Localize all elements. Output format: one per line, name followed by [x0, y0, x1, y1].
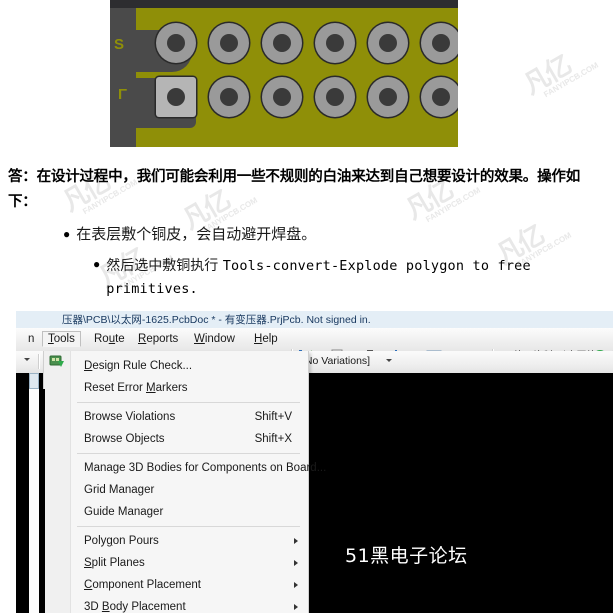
tools-dropdown-menu[interactable]: Design Rule Check... Reset Error Markers… — [43, 351, 326, 613]
pcb-silkscreen-bottom: Γ — [118, 86, 128, 103]
variations-dropdown-caret[interactable] — [386, 359, 392, 362]
pcb-silkscreen-top: S — [114, 36, 125, 53]
pcb-top-edge — [110, 0, 458, 8]
menu-item-manage-3d-bodies[interactable]: Manage 3D Bodies for Components on Board… — [44, 457, 326, 479]
menu-tools-mnemonic: T — [48, 333, 54, 345]
submenu-arrow-icon — [294, 582, 298, 588]
menu-item-split-planes[interactable]: Split Planes — [44, 552, 308, 574]
menu-item-design-rule-check[interactable]: Design Rule Check... — [44, 355, 308, 377]
menu-window-mnemonic: W — [194, 333, 205, 345]
canvas-edge-shadow — [39, 389, 45, 613]
submenu-arrow-icon — [294, 560, 298, 566]
watermark: 凡亿 FANYIPCB.COM — [518, 39, 600, 105]
bullet-glyph: ● — [63, 227, 71, 241]
menu-item-reports[interactable]: Reports — [132, 331, 184, 347]
submenu-arrow-icon — [294, 604, 298, 610]
menu-help-mnemonic: H — [254, 333, 263, 345]
menu-route-mnemonic: u — [108, 333, 116, 345]
bullet-1-text: 在表层敷个铜皮，会自动避开焊盘。 — [76, 225, 317, 243]
menu-item-guide-manager[interactable]: Guide Manager — [44, 501, 308, 523]
bullet-2-command-line2: primitives. — [106, 281, 198, 297]
menu-separator — [77, 402, 300, 403]
watermark-small-text: FANYIPCB.COM — [542, 60, 600, 100]
pcb-pad — [209, 77, 249, 117]
menu-item-3d-body-placement[interactable]: 3D Body Placement — [44, 596, 308, 613]
mnemonic: S — [84, 557, 92, 569]
pcb-board-image: S Γ — [110, 0, 458, 147]
mnemonic: M — [146, 382, 156, 394]
pcb-pad — [262, 77, 302, 117]
pcb-pad — [156, 23, 196, 63]
mnemonic: g — [106, 535, 113, 547]
menu-item-truncated[interactable]: n — [22, 331, 40, 347]
menu-item-polygon-pours[interactable]: Polygon Pours — [44, 530, 308, 552]
bullet-2-content: 然后选中敷铜执行 Tools-convert-Explode polygon t… — [106, 253, 531, 298]
bullet-glyph: ● — [93, 257, 101, 271]
menu-item-help[interactable]: Help — [248, 331, 284, 347]
forum-watermark-text: 51黑电子论坛 — [345, 545, 468, 567]
pcb-pad — [368, 77, 408, 117]
menu-separator — [77, 526, 300, 527]
pcb-pad-pin1 — [156, 77, 196, 117]
altium-designer-window: 压器\PCB\以太网-1625.PcbDoc * - 有变压器.PrjPcb. … — [16, 311, 613, 613]
toolbar2-separator — [38, 354, 40, 369]
mnemonic: C — [84, 579, 93, 591]
menu-item-route[interactable]: Route — [88, 331, 131, 347]
pcb-pad — [209, 23, 249, 63]
menu-item-window[interactable]: Window — [188, 331, 241, 347]
bullet-2-command: Tools-convert-Explode polygon to free — [222, 258, 531, 274]
document-text-body: 答：在设计过程中，我们可能会利用一些不规则的白油来达到自己想要设计的效果。操作如… — [0, 155, 613, 298]
answer-paragraph: 答：在设计过程中，我们可能会利用一些不规则的白油来达到自己想要设计的效果。操作如… — [8, 169, 580, 210]
variations-combo[interactable]: [No Variations] — [302, 355, 370, 367]
mnemonic: D — [84, 360, 93, 372]
bullet-item-2: ● 然后选中敷铜执行 Tools-convert-Explode polygon… — [0, 245, 613, 298]
left-panel-tab[interactable] — [29, 373, 39, 389]
pcb-pad — [368, 23, 408, 63]
pcb-pad — [315, 23, 355, 63]
pcb-pad — [315, 77, 355, 117]
design-rule-check-icon — [49, 355, 64, 367]
menu-item-tools[interactable]: Tools — [42, 331, 81, 347]
shortcut-label: Shift+V — [254, 411, 292, 423]
pcb-pad — [421, 77, 458, 117]
window-titlebar: 压器\PCB\以太网-1625.PcbDoc * - 有变压器.PrjPcb. … — [16, 311, 613, 329]
toolbar2-overflow-caret[interactable] — [24, 358, 30, 361]
pcb-pad — [262, 23, 302, 63]
pcb-pad — [421, 23, 458, 63]
menu-bar: n Tools Route Reports Window Help — [16, 328, 613, 365]
menu-separator — [77, 453, 300, 454]
bullet-2-prefix: 然后选中敷铜执行 — [106, 258, 223, 274]
shortcut-label: Shift+X — [254, 433, 292, 445]
left-panel-strip — [29, 373, 39, 613]
menu-item-reset-error-markers[interactable]: Reset Error Markers — [44, 377, 308, 399]
mnemonic: B — [101, 601, 110, 613]
submenu-arrow-icon — [294, 538, 298, 544]
menu-item-browse-violations[interactable]: Browse Violations Shift+V — [44, 406, 308, 428]
menu-items-list: Design Rule Check... Reset Error Markers… — [44, 351, 326, 613]
menu-reports-mnemonic: R — [138, 333, 147, 345]
bullet-item-1: ● 在表层敷个铜皮，会自动避开焊盘。 — [0, 215, 613, 245]
window-title: 压器\PCB\以太网-1625.PcbDoc * - 有变压器.PrjPcb. … — [62, 314, 371, 326]
menu-item-grid-manager[interactable]: Grid Manager — [44, 479, 308, 501]
menu-item-browse-objects[interactable]: Browse Objects Shift+X — [44, 428, 308, 450]
watermark-big-text: 凡亿 — [518, 49, 575, 100]
menu-item-component-placement[interactable]: Component Placement — [44, 574, 308, 596]
